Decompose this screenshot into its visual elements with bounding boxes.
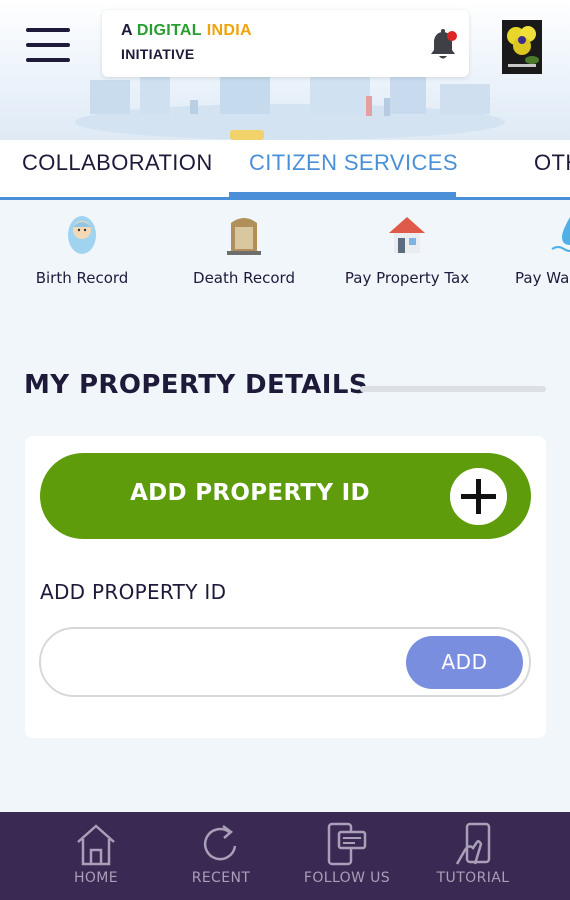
- brand-subtitle: INITIATIVE: [121, 46, 195, 62]
- section-divider: [360, 386, 546, 392]
- follow-us-icon: [327, 822, 367, 866]
- tutorial-icon: [455, 822, 491, 865]
- plus-icon: [450, 468, 507, 525]
- menu-button[interactable]: [26, 28, 70, 62]
- tombstone-icon: [227, 218, 261, 255]
- brand-title: A DIGITAL INDIA: [121, 22, 252, 40]
- nav-label: FOLLOW US: [303, 870, 391, 886]
- bottom-navigation: HOME RECENT FOLLOW US TUTORIAL: [0, 812, 570, 900]
- services-row: Birth Record Death Record Pay Property T…: [0, 203, 570, 303]
- home-icon: [77, 824, 115, 866]
- tab-collaboration[interactable]: COLLABORATION: [22, 150, 213, 176]
- service-pay-property-tax[interactable]: Pay Property Tax: [327, 203, 487, 303]
- hamburger-line: [26, 28, 70, 32]
- nav-recent[interactable]: RECENT: [158, 812, 284, 900]
- service-label: Pay Property Tax: [344, 269, 470, 287]
- add-property-id-button[interactable]: ADD PROPERTY ID: [40, 453, 531, 539]
- service-birth-record[interactable]: Birth Record: [2, 203, 162, 303]
- nav-label: TUTORIAL: [436, 870, 510, 886]
- house-icon: [389, 217, 425, 253]
- add-submit-button[interactable]: ADD: [406, 636, 523, 689]
- recent-icon: [203, 825, 237, 861]
- brand-prefix: A: [121, 22, 133, 39]
- notification-bell-icon[interactable]: [428, 28, 458, 62]
- brand-digital: DIGITAL: [136, 22, 202, 39]
- section-title: MY PROPERTY DETAILS: [24, 370, 368, 400]
- property-id-field-label: ADD PROPERTY ID: [40, 580, 227, 604]
- service-label: Death Record: [193, 269, 295, 287]
- tab-others[interactable]: OTH: [534, 150, 570, 176]
- tabs-divider: [0, 197, 570, 200]
- add-property-id-label: ADD PROPERTY ID: [130, 480, 370, 506]
- property-id-input[interactable]: [61, 643, 391, 681]
- property-card: ADD PROPERTY ID ADD PROPERTY ID ADD: [25, 436, 546, 738]
- brand-india: INDIA: [206, 22, 252, 39]
- service-death-record[interactable]: Death Record: [164, 203, 324, 303]
- hamburger-line: [26, 58, 70, 62]
- service-pay-water[interactable]: Pay Wa: [490, 203, 570, 303]
- hamburger-line: [26, 43, 70, 47]
- app-header: A DIGITAL INDIA INITIATIVE: [0, 0, 570, 140]
- service-label: Birth Record: [35, 269, 129, 287]
- nav-tutorial[interactable]: TUTORIAL: [410, 812, 536, 900]
- profile-avatar[interactable]: [502, 20, 542, 74]
- notification-dot: [447, 31, 457, 41]
- nav-follow-us[interactable]: FOLLOW US: [284, 812, 410, 900]
- nav-label: RECENT: [191, 870, 251, 886]
- nav-label: HOME: [73, 870, 119, 886]
- flower-avatar-image: [502, 20, 542, 74]
- nav-home[interactable]: HOME: [33, 812, 159, 900]
- tab-citizen-services[interactable]: CITIZEN SERVICES: [249, 150, 458, 176]
- service-label: Pay Wa: [515, 269, 570, 287]
- brand-card: A DIGITAL INDIA INITIATIVE: [102, 10, 469, 77]
- property-id-input-container: ADD: [39, 627, 531, 697]
- baby-icon: [68, 216, 96, 254]
- category-tabs: COLLABORATION CITIZEN SERVICES OTH: [0, 140, 570, 200]
- water-icon: [551, 217, 570, 252]
